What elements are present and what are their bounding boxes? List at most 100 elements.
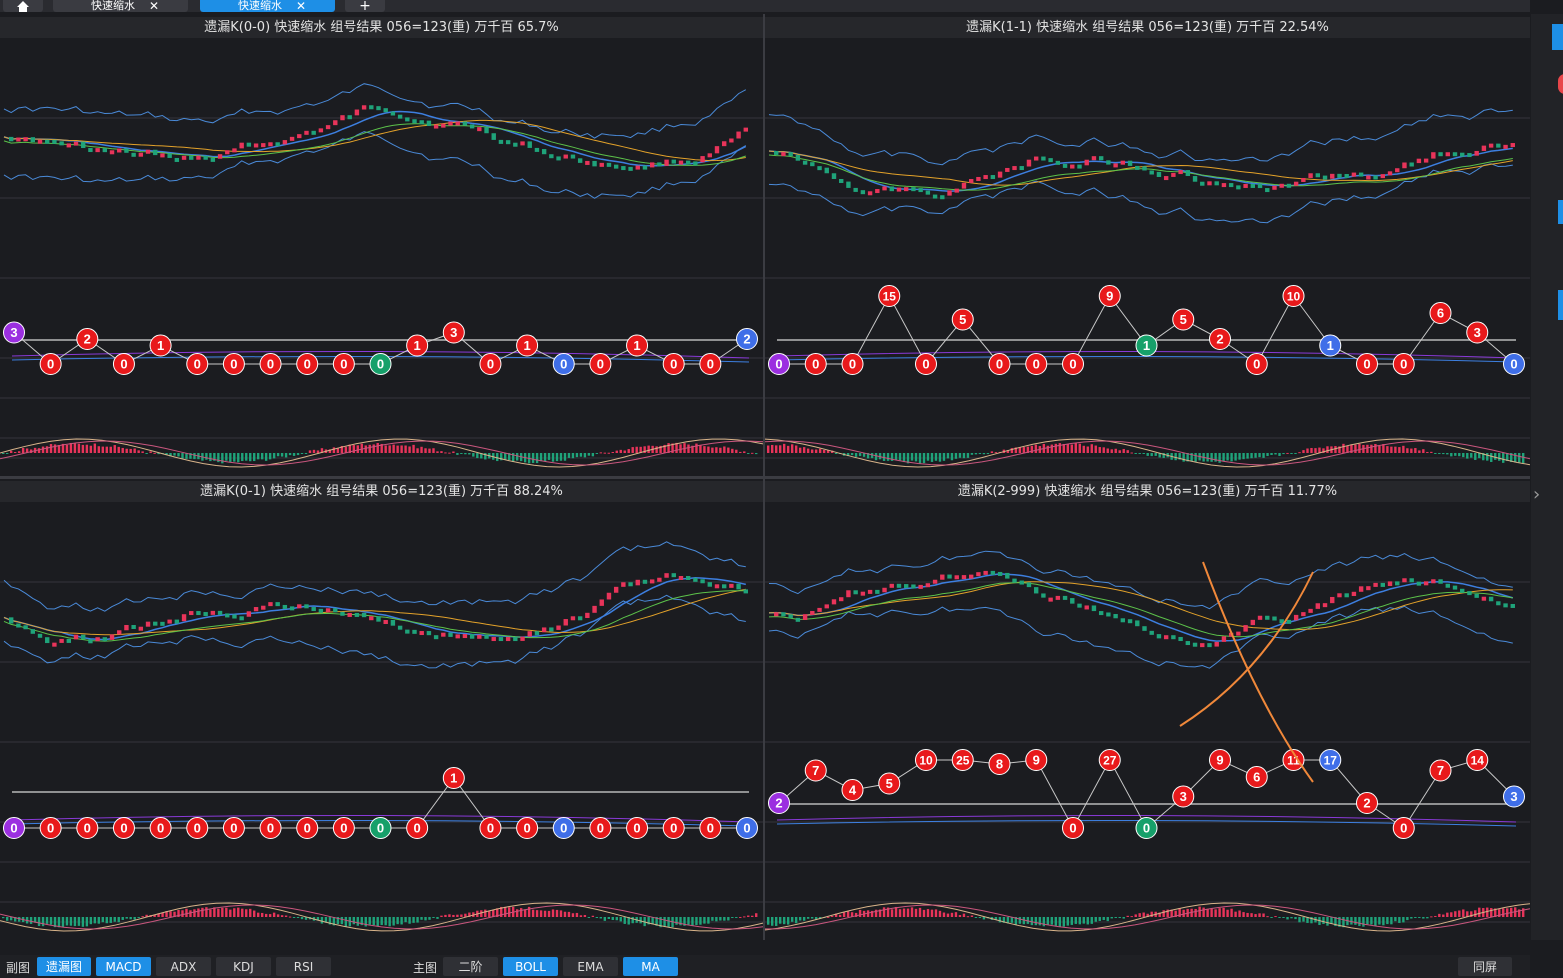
sidebar-tab[interactable] [1558,290,1563,320]
ma-button[interactable]: MA [623,957,678,976]
macd-bar [53,444,57,453]
candle [606,162,612,167]
same-screen-button[interactable]: 同屏 [1458,957,1512,976]
macd-bar [221,453,224,464]
close-icon[interactable]: ✕ [296,0,306,12]
candle [1106,612,1111,617]
macd-bar [547,453,551,460]
candle [1387,581,1393,587]
candle [59,638,64,643]
candle [9,136,14,142]
candle [1127,619,1133,624]
macd-bar [1122,917,1125,919]
ema-button[interactable]: EMA [563,957,618,976]
kdj-button[interactable]: KDJ [216,957,271,976]
omission-ball-label: 0 [340,821,347,836]
add-tab-button[interactable]: + [345,0,385,12]
record-icon[interactable] [1558,74,1563,94]
omission-ball-label: 0 [849,357,856,372]
tab-fast-shrink-2[interactable]: 快速缩水 ✕ [200,0,335,12]
omission-ball-label: 4 [849,783,857,798]
home-tab[interactable] [3,0,43,12]
sidebar-tab[interactable] [1552,24,1563,50]
macd-bar [189,910,192,917]
macd-bar [41,917,45,927]
boll-button[interactable]: BOLL [503,957,558,976]
candle [1142,166,1147,171]
candle [932,194,938,199]
macd-bar [1334,446,1337,453]
macd-bar [715,447,718,453]
macd-bar [699,445,702,453]
chevron-right-icon[interactable]: › [1533,484,1540,505]
macd-bar [1358,443,1361,453]
candle [1488,143,1494,148]
candle [189,155,194,160]
close-icon[interactable]: ✕ [149,0,159,12]
macd-bar [388,917,391,927]
candle [239,616,244,621]
candle [217,610,223,615]
candle [426,120,432,126]
macd-bar [1366,917,1369,925]
macd-bar [209,909,212,917]
macd-bar [344,446,348,453]
chart-canvas[interactable]: 3 0 2 0 1 0 0 0 0 0 0 1 3 0 1 0 0 1 0 0 2 [0,38,763,476]
sidebar-tab[interactable] [1558,200,1563,224]
candle [846,181,851,188]
omission-chart-button[interactable]: 遗漏图 [37,957,91,976]
macd-bar [918,453,922,464]
macd-bar [998,917,1002,923]
macd-bar [1406,917,1409,921]
macd-bar [898,453,902,461]
candle [66,143,72,148]
macd-bar [918,907,922,917]
tab-fast-shrink-1[interactable]: 快速缩水 ✕ [53,0,188,12]
chart-canvas[interactable]: 0 0 0 0 0 0 0 0 0 0 0 0 1 0 0 0 0 0 0 0 0 [0,502,763,941]
macd-bar [1282,917,1285,918]
macd-bar [930,909,934,917]
macd-bar [320,917,324,924]
adx-button[interactable]: ADX [156,957,211,976]
candle [606,592,612,600]
chart-canvas[interactable]: 274 510 25 8 9027039611 17207143 [765,502,1530,941]
candle [635,579,640,586]
macd-bar [623,917,626,924]
macd-bar [958,453,962,458]
macd-bar [946,453,950,459]
candle [513,637,518,642]
candle [376,106,381,111]
macd-bar [1302,450,1305,453]
macd-bar [181,910,184,917]
macd-bar [432,448,435,453]
candle [30,137,36,143]
macd-bar [276,453,280,457]
omission-ball-label: 0 [775,357,782,372]
candle [275,142,280,147]
macd-bar [264,453,268,461]
candle [1012,578,1017,583]
macd-bar [229,453,232,462]
macd-button[interactable]: MACD [96,957,151,976]
macd-bar [113,917,116,922]
macd-bar [245,453,248,461]
panel-divider-horizontal[interactable] [0,476,1530,479]
rsi-button[interactable]: RSI [276,957,331,976]
candle [1496,143,1501,148]
chart-canvas[interactable]: 0 0 015050 0 0915201010 0630 [765,38,1530,476]
macd-bar [396,917,399,925]
candle [138,626,144,631]
candle [1481,145,1487,151]
candle [109,150,115,155]
macd-bar [1226,453,1229,461]
macd-bar [535,453,539,464]
macd-bar [73,443,77,453]
macd-bar [117,917,120,923]
candle [954,575,959,580]
macd-bar [810,449,814,453]
second-order-button[interactable]: 二阶 [443,957,498,976]
candle [577,158,583,163]
macd-bar [1402,445,1405,453]
macd-bar [1358,917,1361,927]
candle [839,178,844,183]
